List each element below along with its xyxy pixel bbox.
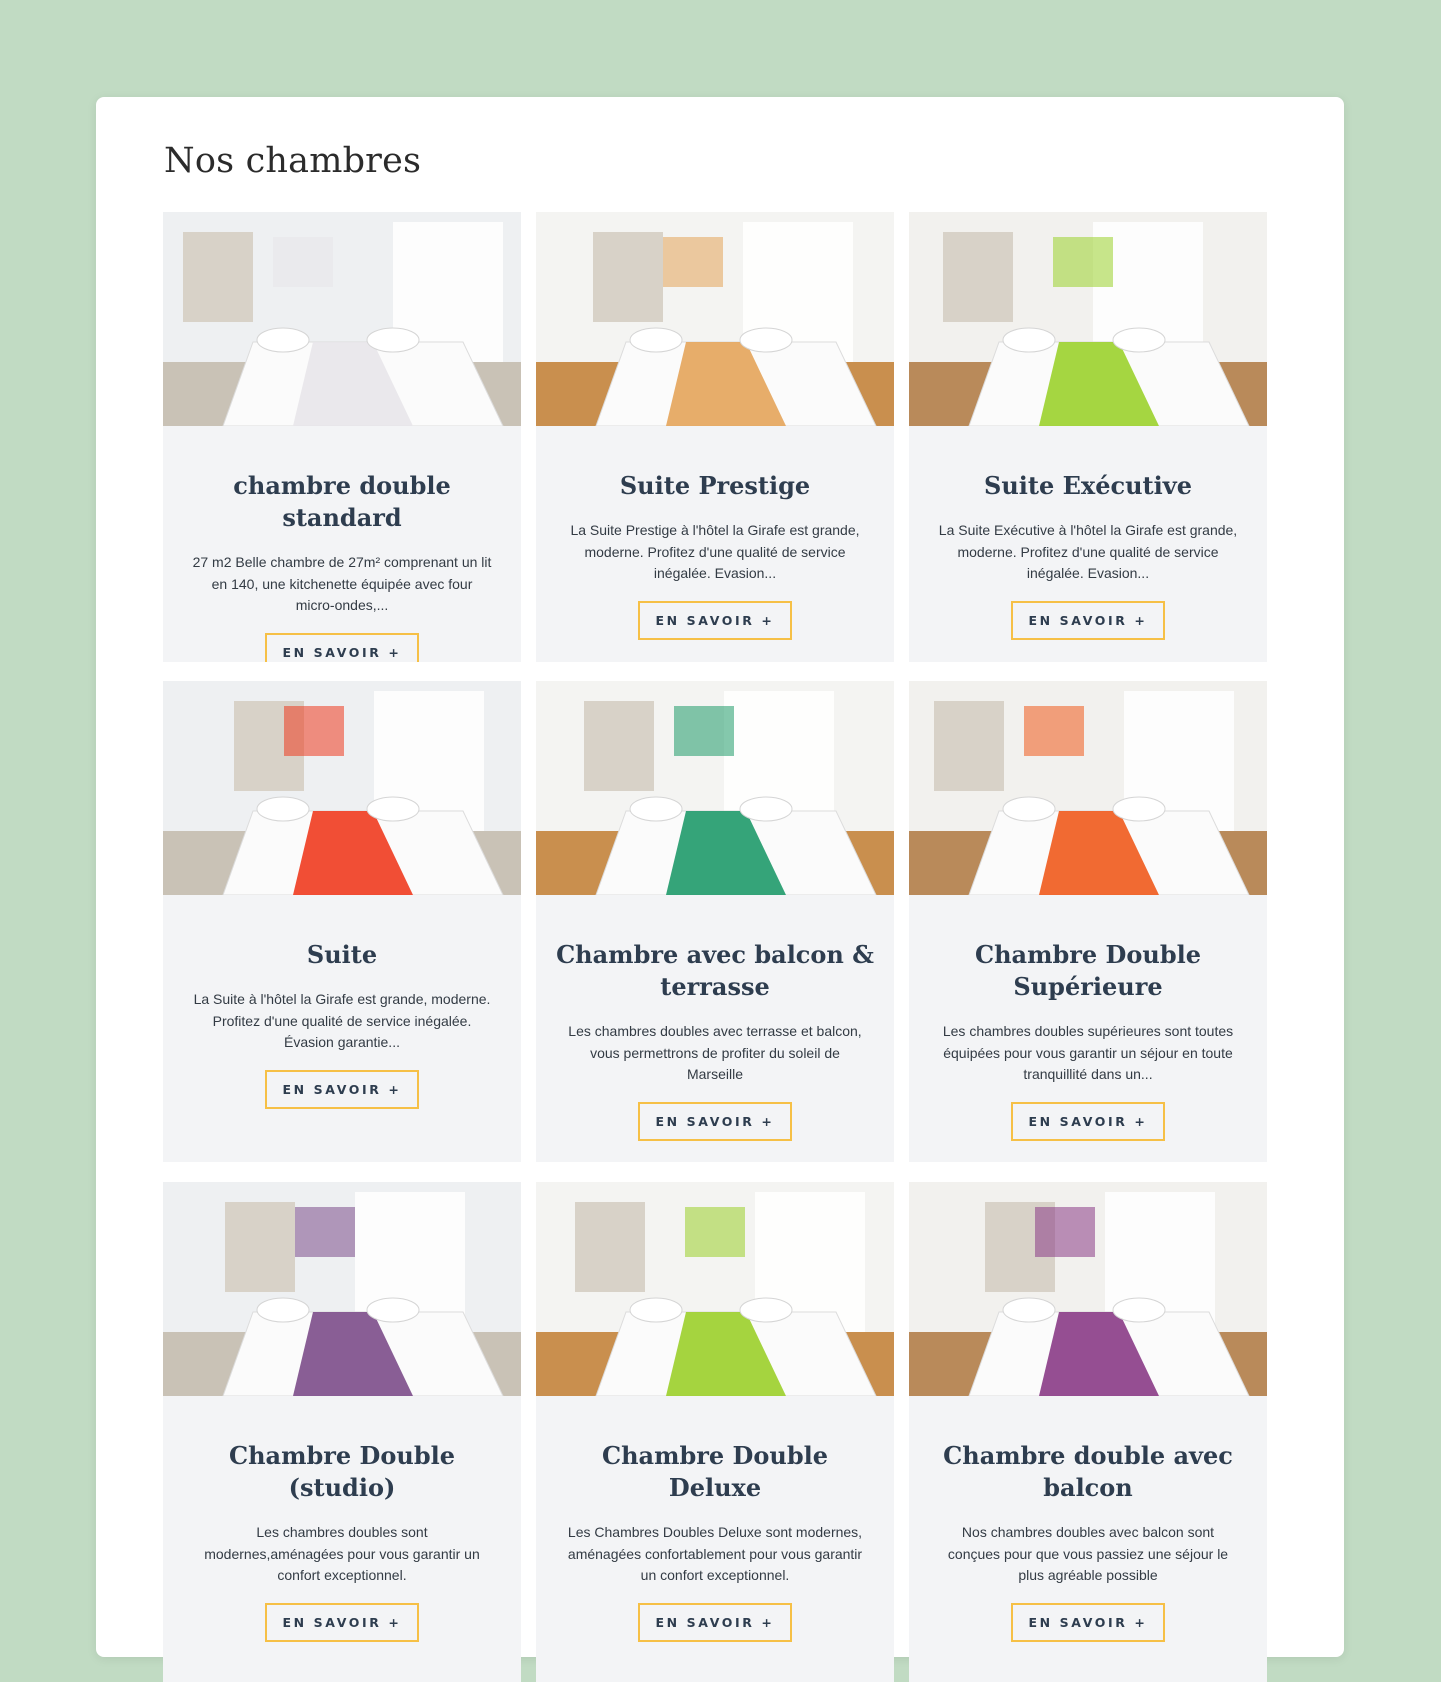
room-photo[interactable] — [909, 212, 1267, 426]
room-card: Chambre avec balcon & terrasse Les chambr… — [536, 681, 894, 1162]
room-title[interactable]: Chambre avec balcon & terrasse — [556, 939, 874, 1003]
learn-more-button[interactable]: EN SAVOIR + — [264, 1069, 420, 1109]
room-title[interactable]: Suite Exécutive — [929, 470, 1247, 502]
room-photo[interactable] — [909, 1182, 1267, 1396]
room-photo[interactable] — [536, 1182, 894, 1396]
room-card-body: Suite La Suite à l'hôtel la Girafe est gr… — [163, 895, 521, 1137]
room-photo[interactable] — [536, 681, 894, 895]
learn-more-button[interactable]: EN SAVOIR + — [1010, 1602, 1166, 1642]
room-card-body: Chambre Double Supérieure Les chambres do… — [909, 895, 1267, 1162]
room-description: Les Chambres Doubles Deluxe sont moderne… — [567, 1524, 863, 1583]
learn-more-button[interactable]: EN SAVOIR + — [637, 1101, 793, 1141]
room-title[interactable]: chambre double standard — [183, 470, 501, 534]
room-card-body: Chambre avec balcon & terrasse Les chambr… — [536, 895, 894, 1162]
room-card-body: Chambre Double Deluxe Les Chambres Double… — [536, 1396, 894, 1670]
room-card: Chambre double avec balcon Nos chambres d… — [909, 1182, 1267, 1682]
room-card: Chambre Double Supérieure Les chambres do… — [909, 681, 1267, 1162]
room-description: Les chambres doubles avec terrasse et ba… — [568, 1023, 862, 1082]
room-description: La Suite Exécutive à l'hôtel la Girafe e… — [938, 522, 1238, 581]
learn-more-button[interactable]: EN SAVOIR + — [1010, 1101, 1166, 1141]
room-card-body: Suite Exécutive La Suite Exécutive à l'hô… — [909, 426, 1267, 662]
room-photo[interactable] — [909, 681, 1267, 895]
room-description: La Suite Prestige à l'hôtel la Girafe es… — [570, 522, 860, 581]
room-description: Les chambres doubles sont modernes,aména… — [204, 1524, 480, 1583]
learn-more-button[interactable]: EN SAVOIR + — [637, 600, 793, 640]
room-description: Nos chambres doubles avec balcon sont co… — [947, 1524, 1229, 1583]
room-card-body: Chambre double avec balcon Nos chambres d… — [909, 1396, 1267, 1670]
room-photo[interactable] — [536, 212, 894, 426]
room-description: Les chambres doubles supérieures sont to… — [942, 1023, 1234, 1082]
room-card: Chambre Double Deluxe Les Chambres Double… — [536, 1182, 894, 1682]
room-card-body: chambre double standard 27 m2 Belle chamb… — [163, 426, 521, 662]
room-card-body: Suite Prestige La Suite Prestige à l'hôte… — [536, 426, 894, 662]
page-title: Nos chambres — [164, 141, 422, 181]
room-title[interactable]: Suite — [183, 939, 501, 971]
room-description: La Suite à l'hôtel la Girafe est grande,… — [193, 991, 491, 1050]
room-title[interactable]: Chambre double avec balcon — [929, 1440, 1247, 1504]
learn-more-button[interactable]: EN SAVOIR + — [1010, 600, 1166, 640]
room-photo[interactable] — [163, 212, 521, 426]
room-title[interactable]: Chambre Double Supérieure — [929, 939, 1247, 1003]
room-card: Suite Exécutive La Suite Exécutive à l'hô… — [909, 212, 1267, 662]
room-card: chambre double standard 27 m2 Belle chamb… — [163, 212, 521, 662]
learn-more-button[interactable]: EN SAVOIR + — [637, 1602, 793, 1642]
room-card-body: Chambre Double (studio) Les chambres doub… — [163, 1396, 521, 1670]
room-card: Chambre Double (studio) Les chambres doub… — [163, 1182, 521, 1682]
learn-more-button[interactable]: EN SAVOIR + — [264, 1602, 420, 1642]
room-description: 27 m2 Belle chambre de 27m² comprenant u… — [192, 554, 492, 613]
room-title[interactable]: Suite Prestige — [556, 470, 874, 502]
room-card: Suite La Suite à l'hôtel la Girafe est gr… — [163, 681, 521, 1162]
room-title[interactable]: Chambre Double Deluxe — [556, 1440, 874, 1504]
room-card: Suite Prestige La Suite Prestige à l'hôte… — [536, 212, 894, 662]
learn-more-button[interactable]: EN SAVOIR + — [264, 632, 420, 662]
room-title[interactable]: Chambre Double (studio) — [183, 1440, 501, 1504]
room-photo[interactable] — [163, 1182, 521, 1396]
room-photo[interactable] — [163, 681, 521, 895]
rooms-panel: Nos chambres chambre double standard 27 m… — [96, 97, 1344, 1682]
